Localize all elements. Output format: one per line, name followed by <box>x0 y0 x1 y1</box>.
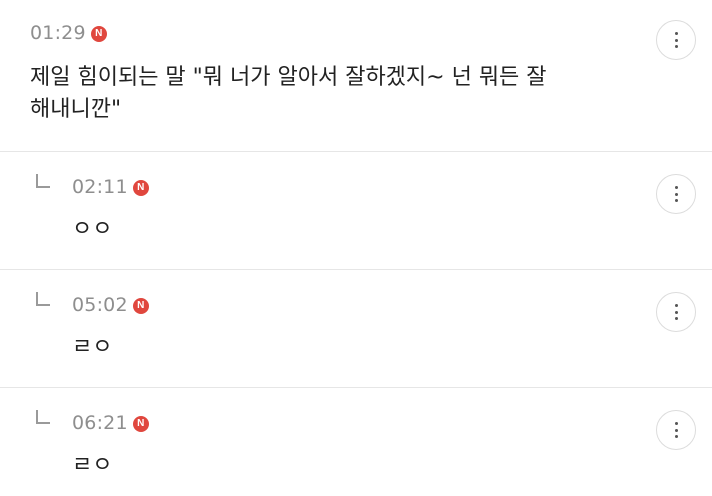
reply-item: 02:11 N ㅇㅇ <box>0 152 712 270</box>
comment-text: ㄹㅇ <box>72 335 113 360</box>
comment-time: 02:11 <box>72 176 128 198</box>
more-vertical-icon <box>674 186 678 202</box>
comment-item: 01:29 N 제일 힘이되는 말 "뭐 너가 알아서 잘하겠지~ 넌 뭐든 잘… <box>0 0 712 152</box>
new-badge: N <box>90 25 107 42</box>
comment-meta: 01:29 N <box>30 24 107 43</box>
new-badge: N <box>132 415 149 432</box>
comment-meta: 02:11 N <box>72 178 149 197</box>
comment-meta: 05:02 N <box>72 296 149 315</box>
new-badge: N <box>132 297 149 314</box>
more-options-button[interactable] <box>656 20 696 60</box>
comment-text: ㅇㅇ <box>72 217 113 242</box>
more-options-button[interactable] <box>656 292 696 332</box>
comment-text-line: 해내니깐" <box>30 97 122 122</box>
comment-time: 05:02 <box>72 294 128 316</box>
more-vertical-icon <box>674 422 678 438</box>
reply-arrow-icon <box>36 174 50 188</box>
reply-item: 05:02 N ㄹㅇ <box>0 270 712 388</box>
comment-text-line: 제일 힘이되는 말 "뭐 너가 알아서 잘하겠지~ 넌 뭐든 잘 <box>30 65 547 90</box>
reply-arrow-icon <box>36 292 50 306</box>
comment-text: ㄹㅇ <box>72 453 113 478</box>
reply-item: 06:21 N ㄹㅇ <box>0 388 712 496</box>
comment-time: 01:29 <box>30 22 86 44</box>
reply-arrow-icon <box>36 410 50 424</box>
more-options-button[interactable] <box>656 410 696 450</box>
more-vertical-icon <box>674 32 678 48</box>
comment-time: 06:21 <box>72 412 128 434</box>
comment-text: 제일 힘이되는 말 "뭐 너가 알아서 잘하겠지~ 넌 뭐든 잘 해내니깐" <box>30 62 547 126</box>
comment-meta: 06:21 N <box>72 414 149 433</box>
new-badge: N <box>132 179 149 196</box>
more-vertical-icon <box>674 304 678 320</box>
more-options-button[interactable] <box>656 174 696 214</box>
